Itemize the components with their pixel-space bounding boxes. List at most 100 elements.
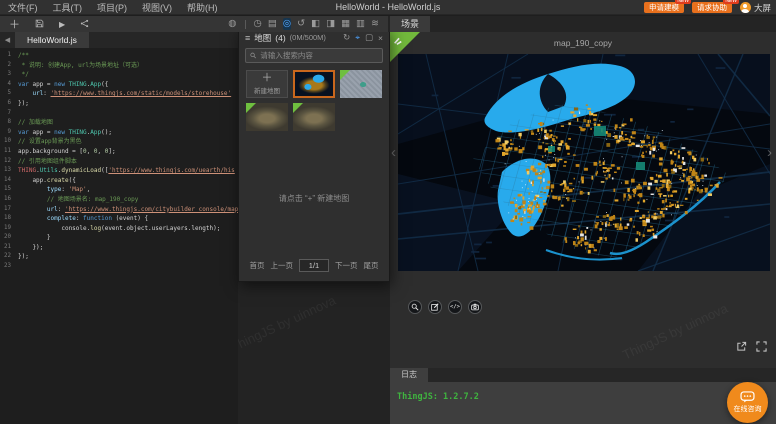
map-thumbnail-4[interactable]: [293, 103, 335, 131]
map-panel-title: 地图: [254, 32, 271, 44]
last-page-link[interactable]: 尾页: [364, 260, 379, 271]
layout-bottom-icon[interactable]: ◨: [326, 18, 335, 30]
avatar: [740, 2, 751, 13]
chat-bubble-icon: [740, 391, 755, 403]
code-line: 20 }: [0, 233, 238, 243]
code-line: 6});: [0, 99, 238, 109]
share-icon[interactable]: [80, 18, 89, 30]
plus-icon: ＋: [262, 73, 273, 83]
map-3d-viewport[interactable]: [398, 54, 770, 271]
viewport-toolbar: </>: [408, 300, 482, 314]
free-corner-badge: [340, 70, 350, 80]
locate-compass-icon[interactable]: ◎: [283, 18, 291, 30]
code-icon[interactable]: </>: [448, 300, 462, 314]
map-thumbnail-grid: ＋ 新建地图: [239, 70, 389, 131]
code-line: 3 */: [0, 70, 238, 80]
layout-left-icon[interactable]: ◧: [311, 18, 320, 30]
tab-log[interactable]: 日志: [390, 368, 428, 382]
add-icon[interactable]: ＋: [9, 16, 20, 32]
watermark: ThingJS by uinnova: [620, 301, 730, 363]
watermark: ThingJS by uinnova: [238, 293, 338, 355]
close-icon[interactable]: ×: [378, 33, 383, 43]
menu-item-0[interactable]: 文件(F): [8, 1, 38, 14]
map-thumbnail-selected[interactable]: [293, 70, 335, 98]
pin-icon[interactable]: ⌖: [355, 32, 360, 43]
code-line: 16 // 地图场景名: map_190_copy: [0, 195, 238, 205]
toolbar-divider: [245, 20, 246, 29]
code-line: 13THING.Utils.dynamicLoad(['https://www.…: [0, 166, 238, 176]
code-line: 4var app = new THING.App({: [0, 80, 238, 90]
panel-backdrop: ThingJS by uinnova: [238, 282, 390, 424]
camera-icon[interactable]: [468, 300, 482, 314]
run-icon[interactable]: ▶: [59, 20, 65, 29]
page-input[interactable]: [299, 259, 329, 272]
right-tabstrip: 场景: [388, 16, 776, 32]
new-map-tile[interactable]: ＋ 新建地图: [246, 70, 288, 98]
popout-icon[interactable]: ▢: [365, 32, 373, 43]
code-line: 1/**: [0, 51, 238, 61]
menu-item-2[interactable]: 项目(P): [97, 1, 127, 14]
menu-item-1[interactable]: 工具(T): [53, 1, 83, 14]
search-icon: [250, 52, 256, 59]
menu-item-3[interactable]: 视图(V): [142, 1, 172, 14]
user-label: 大屏: [754, 2, 771, 14]
apply-modeling-button[interactable]: 申请建模 NEW: [644, 2, 684, 13]
fullscreen-icon[interactable]: [756, 339, 767, 357]
copy-file-icon[interactable]: ▤: [268, 18, 277, 30]
code-area[interactable]: 1/**2 * 说明: 创建App, url为场景地址（可选）3 */4var …: [0, 48, 238, 272]
search-box: [245, 48, 383, 63]
tab-scene[interactable]: 场景: [390, 16, 430, 32]
code-line: 19 console.log(event.object.userLayers.l…: [0, 224, 238, 234]
recent-clock-icon[interactable]: ↺: [297, 18, 305, 30]
code-editor-panel: ◀ HelloWorld.js 1/**2 * 说明: 创建App, url为场…: [0, 32, 238, 424]
prev-scene-chevron-icon[interactable]: ‹: [391, 144, 396, 161]
request-help-button[interactable]: 请求协助 NEW: [692, 2, 732, 13]
map-thumbnail-3[interactable]: [246, 103, 288, 131]
map-count: (4): [275, 33, 285, 43]
code-line: 8// 加载地图: [0, 118, 238, 128]
code-line: 10// 设置app背景为黑色: [0, 137, 238, 147]
save-icon[interactable]: [35, 18, 44, 30]
scene-corner-ribbon: [390, 32, 420, 62]
code-line: 21 });: [0, 243, 238, 253]
online-support-button[interactable]: 在线咨询: [727, 382, 768, 423]
map-list-panel: ≡ 地图 (4) (0M/500M) ↻⌖▢× ＋ 新建地图 请点击 “+” 新…: [238, 28, 390, 282]
code-line: 11app.background = [0, 0, 0];: [0, 147, 238, 157]
first-page-link[interactable]: 首页: [250, 260, 265, 271]
zoom-icon[interactable]: [408, 300, 422, 314]
menu-bar: 文件(F) 工具(T) 项目(P) 视图(V) 帮助(H) HelloWorld - H…: [0, 0, 776, 15]
next-scene-chevron-icon[interactable]: ›: [767, 144, 772, 161]
search-input[interactable]: [260, 51, 378, 60]
code-line: 2 * 说明: 创建App, url为场景地址（可选）: [0, 61, 238, 71]
empty-hint: 请点击 “+” 新建地图: [239, 193, 389, 204]
collapse-editor-icon[interactable]: ◀: [0, 32, 15, 48]
log-message: ThingJS: 1.2.7.2: [397, 392, 479, 402]
scene-panel: map_190_copy ‹ › </> ThingJS by uinnova: [390, 32, 776, 368]
export-icon[interactable]: [736, 339, 747, 357]
code-line: 12// 引用地图组件脚本: [0, 157, 238, 167]
log-tabbar: 日志: [390, 368, 776, 382]
new-badge: NEW: [723, 0, 739, 4]
code-line: 9var app = new THING.App();: [0, 128, 238, 138]
refresh-icon[interactable]: ↻: [343, 32, 350, 43]
window-title: HelloWorld - HelloWorld.js: [336, 2, 441, 12]
code-line: 18 complete: function (event) {: [0, 214, 238, 224]
menu-icon[interactable]: ≡: [245, 33, 250, 43]
new-badge: NEW: [675, 0, 691, 4]
code-line: 17 url: 'https://www.thingjs.com/citybui…: [0, 205, 238, 215]
menu-item-4[interactable]: 帮助(H): [187, 1, 218, 14]
free-corner-badge: [293, 103, 303, 113]
layout-grid-icon[interactable]: ▦: [341, 18, 350, 30]
user-menu[interactable]: 大屏: [740, 2, 771, 14]
snippet-doc-icon[interactable]: ▥: [356, 18, 365, 30]
history-icon[interactable]: ◷: [254, 18, 262, 30]
tab-helloworld-js[interactable]: HelloWorld.js: [15, 32, 89, 48]
prev-page-link[interactable]: 上一页: [271, 260, 294, 271]
next-page-link[interactable]: 下一页: [335, 260, 358, 271]
publish-globe-icon[interactable]: ◍: [228, 18, 236, 30]
map-thumbnail-2[interactable]: [340, 70, 382, 98]
code-line: 5 url: 'https://www.thingjs.com/static/m…: [0, 89, 238, 99]
edit-icon[interactable]: [428, 300, 442, 314]
toolbar: ＋ ▶ ◍ ◷ ▤ ◎ ↺ ◧ ◨ ▦ ▥ ≋: [0, 16, 388, 32]
settings-sliders-icon[interactable]: ≋: [371, 18, 379, 30]
